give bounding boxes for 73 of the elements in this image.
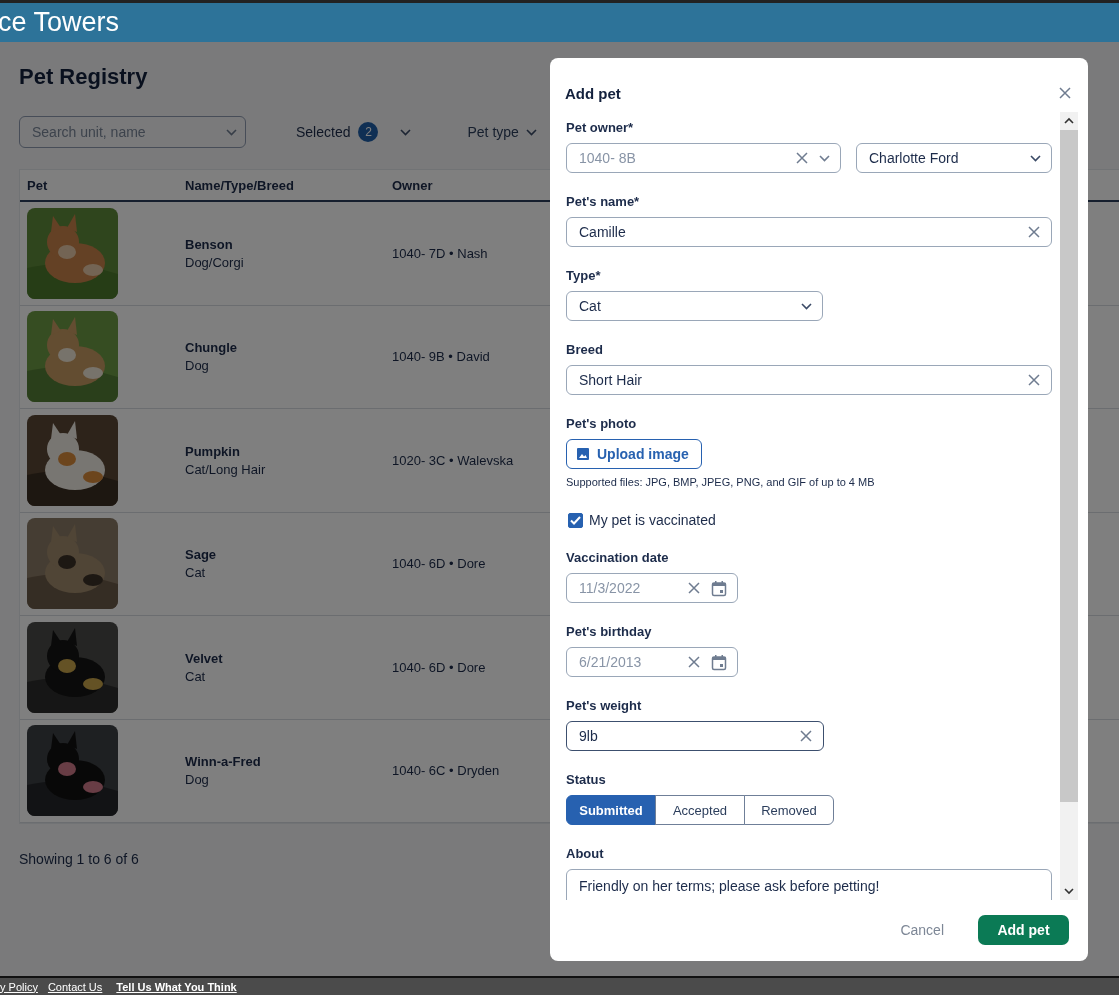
chevron-down-icon[interactable] <box>801 302 812 310</box>
pet-type: Cat/Long Hair <box>185 461 267 477</box>
checkbox-label[interactable]: My pet is vaccinated <box>589 512 716 528</box>
weight-input[interactable]: 9lb <box>566 721 824 751</box>
pet-name: Winn-a-Fred <box>185 754 262 770</box>
status-option[interactable]: Submitted <box>566 795 656 825</box>
pet-name: Chungle <box>185 340 238 356</box>
field-label: Pet owner* <box>566 120 635 137</box>
field-label: Status <box>566 772 607 789</box>
field-label: Vaccination date <box>566 550 670 567</box>
dialog-title: Add pet <box>565 84 621 102</box>
breed-input[interactable]: Short Hair <box>566 365 1052 395</box>
owner-cell: 1040- 7D • Nash <box>392 245 488 261</box>
footer-link[interactable]: Tell Us What You Think <box>116 980 237 993</box>
field-label: Breed <box>566 342 604 359</box>
checkmark-icon <box>570 515 581 525</box>
upload-hint: Supported files: JPG, BMP, JPEG, PNG, and GIF of up to 4 MB <box>566 476 876 488</box>
calendar-icon[interactable] <box>711 579 727 597</box>
clear-icon[interactable] <box>687 581 701 595</box>
status-option[interactable]: Removed <box>744 795 834 825</box>
footer-link[interactable]: y Policy <box>0 980 38 993</box>
cancel-button[interactable]: Cancel <box>894 921 950 939</box>
pet-name: Pumpkin <box>185 443 241 459</box>
calendar-icon[interactable] <box>711 653 727 671</box>
owner-cell: 1040- 6D • Dore <box>392 556 486 572</box>
field-label: Pet's name* <box>566 194 641 211</box>
status-option[interactable]: Accepted <box>655 795 745 825</box>
name-input[interactable]: Camille <box>566 217 1052 247</box>
search-placeholder: Search unit, name <box>32 124 146 140</box>
chevron-down-icon[interactable] <box>819 154 830 162</box>
clear-icon[interactable] <box>1027 225 1041 239</box>
clear-icon[interactable] <box>799 729 813 743</box>
close-icon[interactable] <box>1058 86 1072 100</box>
clear-icon[interactable] <box>687 655 701 669</box>
chevron-down-icon[interactable] <box>400 128 412 136</box>
pet-type: Cat <box>185 668 207 684</box>
field-label: Pet's birthday <box>566 624 653 641</box>
pet-name: Sage <box>185 547 218 563</box>
app-title: ce Towers <box>0 7 120 38</box>
scrollbar[interactable] <box>1060 112 1078 900</box>
pet-name: Benson <box>185 236 234 252</box>
selected-filter[interactable]: Selected <box>296 124 351 140</box>
clear-icon[interactable] <box>795 151 809 165</box>
pet-type-filter[interactable]: Pet type <box>467 124 519 140</box>
checkbox[interactable] <box>568 512 583 528</box>
field-label: Type* <box>566 268 602 285</box>
pet-type: Dog <box>185 358 210 374</box>
column-header: Name/Type/Breed <box>185 177 295 193</box>
owner-cell: 1020- 3C • Walevska <box>392 452 514 468</box>
footer-link[interactable]: Contact Us <box>47 980 103 993</box>
page-title: Pet Registry <box>19 64 149 90</box>
owner-cell: 1040- 6D • Dore <box>392 659 486 675</box>
type-select[interactable]: Cat <box>566 291 823 321</box>
owner-cell: 1040- 6C • Dryden <box>392 763 500 779</box>
upload-button[interactable]: Upload image <box>566 439 702 469</box>
owner-select[interactable]: Charlotte Ford <box>856 143 1052 173</box>
field-label: Pet's weight <box>566 698 643 715</box>
image-icon <box>577 448 589 460</box>
pagination-summary: Showing 1 to 6 of 6 <box>19 851 139 867</box>
pet-type: Dog <box>185 772 210 788</box>
pet-name: Velvet <box>185 650 224 666</box>
owner-cell: 1040- 9B • David <box>392 349 490 365</box>
chevron-down-icon[interactable] <box>525 128 537 136</box>
count-badge: 2 <box>358 122 379 142</box>
pet-type: Cat <box>185 565 207 581</box>
add-pet-button[interactable]: Add pet <box>978 915 1069 945</box>
field-label: About <box>566 846 605 863</box>
field-label: Pet's photo <box>566 416 638 433</box>
pet-type: Dog/Corgi <box>185 254 245 270</box>
column-header: Owner <box>392 177 434 193</box>
clear-icon[interactable] <box>1027 373 1041 387</box>
chevron-down-icon[interactable] <box>1030 154 1041 162</box>
column-header: Pet <box>27 177 49 193</box>
